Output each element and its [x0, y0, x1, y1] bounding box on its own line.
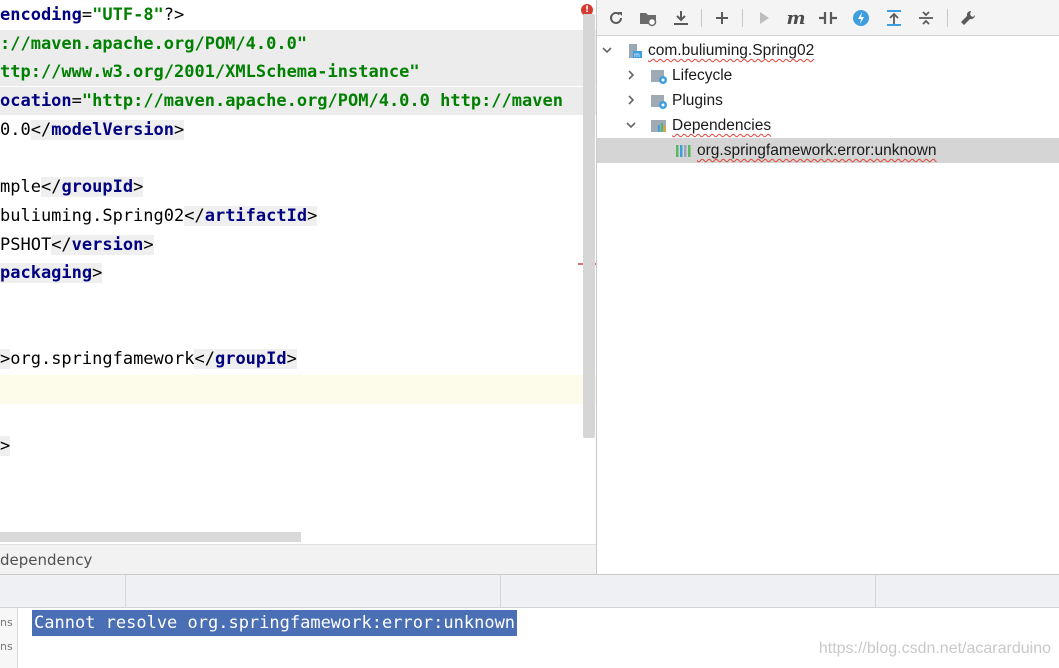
code-line[interactable]: ://maven.apache.org/POM/4.0.0": [0, 30, 307, 58]
code-text: ?>: [163, 5, 185, 25]
xml-string: ttp://www.w3.org/2001/XMLSchema-instance…: [0, 62, 420, 83]
toolbar-separator: [742, 9, 743, 27]
xml-tag-name: packaging: [0, 263, 93, 284]
code-text: >: [0, 435, 11, 456]
tree-label: Plugins: [672, 92, 723, 109]
code-line[interactable]: >: [0, 432, 11, 460]
code-line[interactable]: PSHOT</version>: [0, 231, 154, 259]
bottom-tool-tabs: [0, 574, 1059, 609]
vertical-scrollbar[interactable]: [583, 14, 595, 438]
code-text: >: [133, 177, 144, 198]
download-icon[interactable]: [670, 7, 692, 29]
lifecycle-folder-icon: [651, 70, 667, 84]
side-label: ns: [0, 640, 13, 653]
build-output-pane[interactable]: ns ns Cannot resolve org.springfamework:…: [0, 608, 1059, 668]
maven-project-icon: m: [629, 44, 642, 59]
tree-label: org.springfamework:error:unknown: [697, 142, 937, 159]
tree-label: Dependencies: [672, 117, 772, 134]
breadcrumb-item[interactable]: dependency: [0, 551, 92, 569]
code-text: PSHOT: [0, 234, 52, 255]
code-line[interactable]: buliuming.Spring02</artifactId>: [0, 202, 318, 230]
code-text: =: [81, 5, 93, 25]
xml-tag-name: ocation: [0, 91, 72, 112]
chevron-right-icon[interactable]: [625, 94, 637, 106]
tab-divider: [500, 575, 501, 609]
side-strip: ns ns: [0, 608, 18, 668]
code-line[interactable]: mple</groupId>: [0, 173, 144, 201]
collapse-all-icon[interactable]: [915, 7, 937, 29]
run-icon[interactable]: [753, 7, 775, 29]
tree-node-dependency-item[interactable]: org.springfamework:error:unknown: [597, 138, 1059, 163]
xml-tag-name: artifactId: [204, 205, 308, 226]
code-line[interactable]: >org.springfamework</groupId>: [0, 345, 297, 373]
tree-node-lifecycle[interactable]: Lifecycle: [597, 63, 1059, 88]
reload-icon[interactable]: [605, 7, 627, 29]
chevron-down-icon[interactable]: [601, 44, 613, 56]
current-line-highlight: [0, 375, 596, 404]
code-text: </: [51, 234, 72, 255]
code-text: </: [184, 205, 205, 226]
library-icon: [676, 145, 691, 157]
xml-string: //maven.apache.org/POM/4.0.0": [10, 33, 308, 54]
reimport-folder-icon[interactable]: [637, 7, 659, 29]
svg-text:m: m: [634, 52, 640, 59]
chevron-right-icon[interactable]: [625, 69, 637, 81]
code-line[interactable]: ocation="http://maven.apache.org/POM/4.0…: [0, 87, 563, 115]
watermark: https://blog.csdn.net/acararduino: [818, 640, 1051, 657]
code-line[interactable]: encoding="UTF-8"?>: [0, 1, 184, 29]
code-line[interactable]: 0.0</modelVersion>: [0, 116, 185, 144]
xml-tag-name: version: [71, 234, 144, 255]
code-text: >: [143, 234, 154, 255]
skip-tests-icon[interactable]: [850, 7, 872, 29]
xml-tag-name: modelVersion: [51, 119, 175, 140]
code-line[interactable]: ttp://www.w3.org/2001/XMLSchema-instance…: [0, 58, 420, 86]
code-line[interactable]: packaging>: [0, 259, 103, 287]
code-text: >: [286, 349, 297, 370]
code-text: >: [174, 119, 185, 140]
horizontal-scrollbar[interactable]: [0, 532, 301, 542]
xml-string: :: [0, 33, 11, 54]
code-text: </: [30, 119, 52, 140]
execute-goal-icon[interactable]: m: [785, 7, 807, 29]
toggle-offline-icon[interactable]: [817, 7, 839, 29]
add-icon[interactable]: [711, 7, 733, 29]
dependencies-folder-icon: [651, 120, 666, 132]
tree-root-project[interactable]: m com.buliuming.Spring02: [597, 38, 1059, 63]
xml-tag-name: groupId: [61, 177, 134, 198]
tree-node-dependencies[interactable]: Dependencies: [597, 113, 1059, 138]
code-text: >: [92, 263, 103, 284]
xml-tag-name: groupId: [214, 349, 287, 370]
side-label: ns: [0, 616, 13, 629]
code-text: >: [307, 205, 318, 226]
maven-tool-window: m m com.buliuming.Spring02 Lifecycle Plu…: [596, 0, 1059, 574]
code-text: =: [71, 91, 82, 112]
tree-node-plugins[interactable]: Plugins: [597, 88, 1059, 113]
toolbar-separator: [701, 9, 702, 27]
code-text: buliuming.Spring02: [0, 205, 185, 226]
tree-label: Lifecycle: [672, 67, 733, 84]
show-dependencies-icon[interactable]: [883, 7, 905, 29]
code-text: 0.0: [0, 119, 31, 140]
maven-toolbar: m: [597, 0, 1059, 36]
breadcrumb[interactable]: dependency: [0, 544, 596, 574]
xml-string: "http://maven.apache.org/POM/4.0.0 http:…: [81, 91, 563, 112]
plugins-folder-icon: [651, 95, 667, 109]
code-text: org.springfamework: [10, 349, 195, 370]
tab-divider: [875, 575, 876, 609]
xml-string: "UTF-8": [92, 5, 164, 25]
chevron-down-icon[interactable]: [625, 119, 637, 131]
tree-label: com.buliuming.Spring02: [648, 42, 815, 59]
xml-tag-name: encoding: [0, 5, 82, 25]
toolbar-separator: [947, 9, 948, 27]
code-text: </: [40, 177, 62, 198]
code-text: </: [194, 349, 215, 370]
settings-wrench-icon[interactable]: [957, 7, 979, 29]
code-text: mple: [0, 177, 41, 198]
code-text: >: [0, 349, 11, 370]
tab-divider: [125, 575, 126, 609]
error-message[interactable]: Cannot resolve org.springfamework:error:…: [32, 610, 518, 636]
code-editor[interactable]: encoding="UTF-8"?>://maven.apache.org/PO…: [0, 0, 596, 544]
